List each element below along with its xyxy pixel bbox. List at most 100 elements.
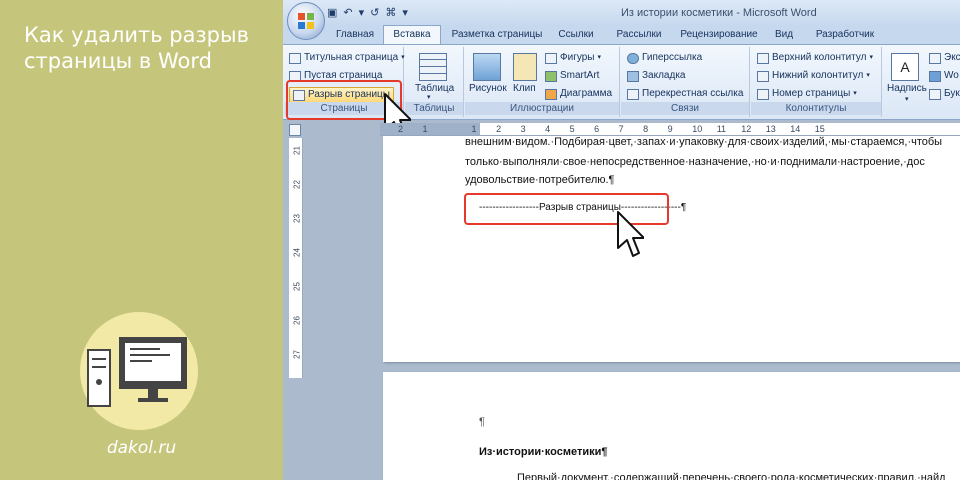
smartart-label: SmartArt (560, 70, 600, 81)
ruler-number: 21 (292, 146, 302, 155)
group-links: Гиперссылка Закладка Перекрестная ссылка… (621, 47, 750, 117)
drop-cap-icon (929, 88, 941, 100)
ruler-number: 10 (692, 124, 703, 134)
group-illustrations-label: Иллюстрации (465, 102, 619, 115)
qat-menu-icon[interactable]: ▾ (402, 6, 408, 20)
hyperlink-button[interactable]: Гиперссылка (627, 51, 702, 65)
paragraph-mark: ¶ (479, 416, 485, 428)
site-name: dakol.ru (106, 438, 177, 458)
chevron-down-icon: ▾ (905, 96, 909, 103)
table-icon[interactable] (419, 53, 447, 81)
smartart-icon (545, 70, 557, 82)
clip-icon[interactable] (513, 53, 537, 81)
tab-references[interactable]: Ссылки (551, 26, 601, 44)
tab-selector[interactable] (289, 124, 301, 136)
cross-reference-button[interactable]: Перекрестная ссылка (627, 87, 743, 101)
cover-page-button[interactable]: Титульная страница ▾ (289, 51, 405, 65)
page-number-button[interactable]: Номер страницы ▾ (757, 87, 857, 101)
shapes-button[interactable]: Фигуры ▾ (545, 51, 601, 65)
drop-cap-button[interactable]: Бук (929, 87, 960, 101)
paragraph-line: только·выполняли·свое·непосредственное·н… (465, 156, 925, 168)
chevron-down-icon: ▾ (427, 94, 431, 101)
text-box-icon[interactable]: A (891, 53, 919, 81)
horizontal-ruler: 2 1 1 2 3 4 5 6 7 8 9 10 11 12 13 14 15 (380, 123, 960, 136)
paragraph-line: удовольствие·потребителю.¶ (465, 174, 615, 186)
table-label[interactable]: Таблица (415, 83, 454, 94)
word-window: ▣ ↶ ▾ ↺ ⌘ ▾ Из истории косметики - Micro… (283, 0, 960, 480)
redo-icon[interactable]: ↺ (370, 6, 379, 20)
ruler-number: 3 (520, 124, 526, 134)
smartart-button[interactable]: SmartArt (545, 69, 599, 83)
group-links-label: Связи (621, 102, 749, 115)
paragraph-line: внешним·видом.·Подбирая·цвет,·запах·и·уп… (465, 136, 943, 148)
ruler-number: 6 (594, 124, 600, 134)
wordart-button[interactable]: Wo (929, 69, 959, 83)
tab-review[interactable]: Рецензирование (673, 26, 765, 44)
quick-access-toolbar: ▣ ↶ ▾ ↺ ⌘ ▾ (327, 5, 408, 21)
footer-label: Нижний колонтитул (772, 70, 864, 81)
document-page-1[interactable]: внешним·видом.·Подбирая·цвет,·запах·и·уп… (383, 136, 960, 362)
header-button[interactable]: Верхний колонтитул ▾ (757, 51, 873, 65)
bookmark-button[interactable]: Закладка (627, 69, 685, 83)
ruler-number: 4 (545, 124, 551, 134)
header-label: Верхний колонтитул (772, 52, 867, 63)
shapes-label: Фигуры (560, 52, 595, 63)
logo-circle (80, 312, 198, 430)
ruler-number: 9 (667, 124, 673, 134)
ruler-number: 15 (814, 124, 825, 134)
heading-line: Из·истории·косметики¶ (479, 446, 608, 458)
office-button[interactable] (287, 2, 325, 40)
ruler-numbers: 2 1 1 2 3 4 5 6 7 8 9 10 11 12 13 14 15 (398, 123, 837, 135)
ruler-number: 23 (292, 214, 302, 223)
tab-mailings[interactable]: Рассылки (611, 26, 667, 44)
chart-icon (545, 88, 557, 100)
ruler-number: 8 (643, 124, 649, 134)
quick-parts-icon (929, 52, 941, 64)
footer-button[interactable]: Нижний колонтитул ▾ (757, 69, 870, 83)
tab-view[interactable]: Вид (769, 26, 799, 44)
ruler-number: 14 (790, 124, 801, 134)
group-header-footer: Верхний колонтитул ▾ Нижний колонтитул ▾… (751, 47, 882, 117)
ruler-number: 2 (496, 124, 502, 134)
hyperlink-label: Гиперссылка (642, 52, 703, 63)
dropdown-icon[interactable]: ▾ (359, 6, 365, 20)
quick-parts-label: Экс (944, 52, 960, 63)
text-box-label[interactable]: Надпись (887, 83, 927, 94)
picture-label[interactable]: Рисунок (469, 83, 507, 94)
group-tables-label: Таблицы (405, 102, 463, 115)
ruler-number: 5 (569, 124, 575, 134)
group-tables: Таблица ▾ Таблицы (405, 47, 464, 117)
bookmark-label: Закладка (642, 70, 686, 81)
vertical-ruler: 21 22 23 24 25 26 27 (289, 138, 303, 378)
ruler-number: 7 (618, 124, 624, 134)
window-title: Из истории косметики - Microsoft Word (621, 7, 817, 19)
article-title: Как удалить разрыв страницы в Word (24, 23, 249, 73)
tab-home[interactable]: Главная (329, 26, 381, 44)
page-number-label: Номер страницы (772, 88, 851, 99)
tab-developer[interactable]: Разработчик (805, 26, 885, 44)
custom-icon[interactable]: ⌘ (385, 6, 396, 20)
bookmark-icon (627, 70, 639, 82)
chevron-down-icon: ▾ (866, 72, 870, 79)
left-panel: Как удалить разрыв страницы в Word dakol… (0, 0, 283, 480)
undo-icon[interactable]: ↶ (343, 6, 352, 20)
globe-icon (627, 52, 639, 64)
cover-page-label: Титульная страница (304, 52, 399, 63)
wordart-icon (929, 70, 941, 82)
clip-label[interactable]: Клип (513, 83, 536, 94)
ruler-number: 25 (292, 282, 302, 291)
tab-insert[interactable]: Вставка (383, 25, 441, 44)
chart-label: Диаграмма (560, 88, 613, 99)
ruler-number: 24 (292, 248, 302, 257)
document-page-2[interactable]: ¶ Из·истории·косметики¶ Первый·документ,… (383, 372, 960, 480)
chart-button[interactable]: Диаграмма (545, 87, 612, 101)
drop-cap-label: Бук (944, 88, 960, 99)
tab-page-layout[interactable]: Разметка страницы (447, 26, 547, 44)
picture-icon[interactable] (473, 53, 501, 81)
ribbon-tabs: Главная Вставка Разметка страницы Ссылки… (283, 25, 960, 44)
ruler-number: 27 (292, 350, 302, 359)
save-icon[interactable]: ▣ (327, 6, 337, 20)
ruler-number: 2 (398, 124, 404, 134)
quick-parts-button[interactable]: Экс (929, 51, 960, 65)
footer-icon (757, 70, 769, 82)
